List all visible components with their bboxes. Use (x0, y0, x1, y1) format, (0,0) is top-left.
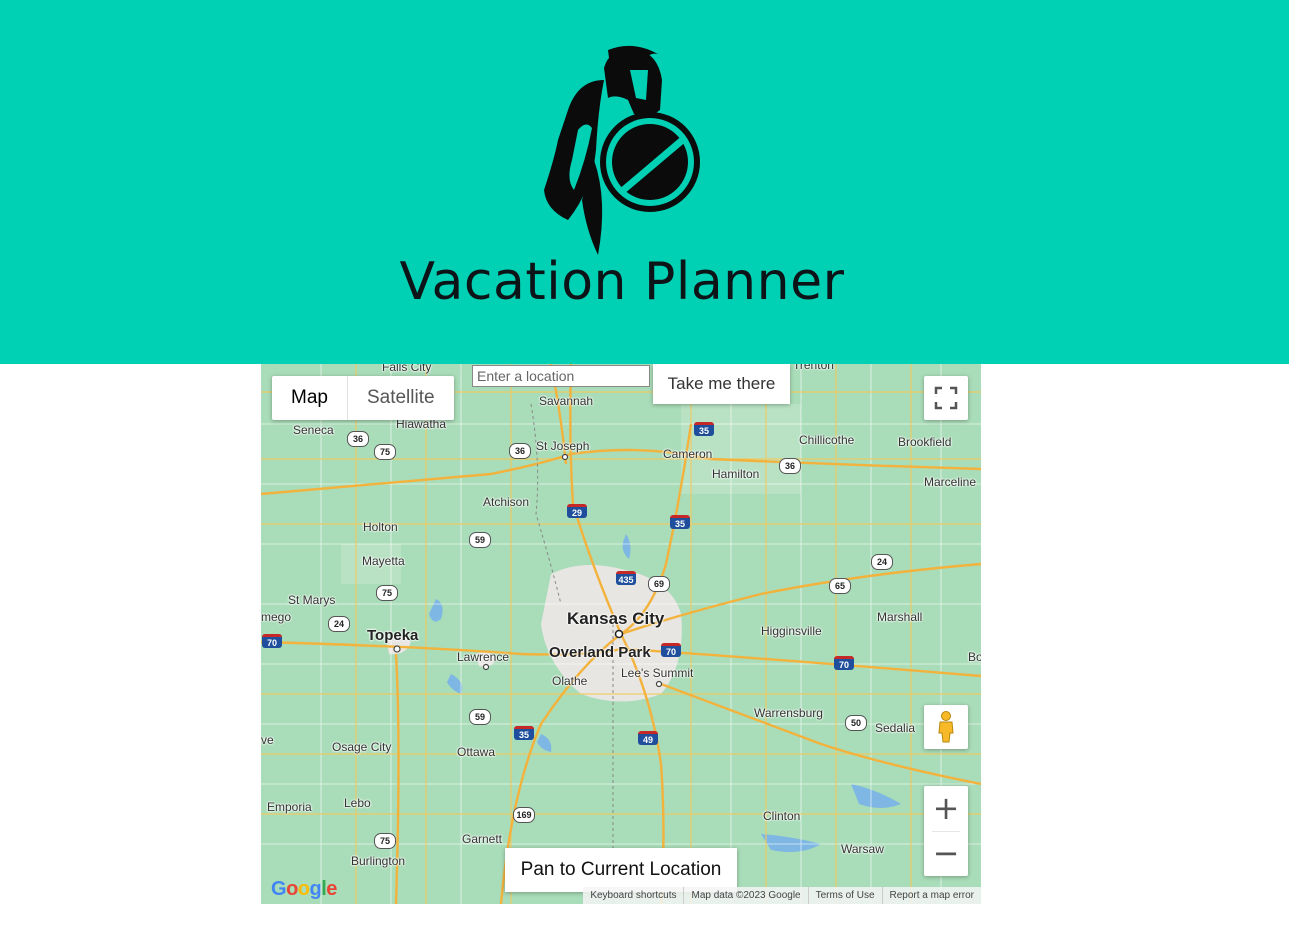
terms-of-use-link[interactable]: Terms of Use (807, 887, 882, 904)
place-label: Warrensburg (754, 706, 823, 720)
highway-shield: 59 (469, 709, 491, 725)
report-map-error-link[interactable]: Report a map error (881, 887, 981, 904)
place-label: Hamilton (712, 467, 760, 481)
fullscreen-icon (934, 386, 958, 410)
header-banner: Vacation Planner (0, 0, 1289, 364)
place-label: Clinton (763, 809, 801, 823)
map-type-control: Map Satellite (272, 376, 454, 420)
zoom-in-button[interactable]: + (924, 786, 968, 831)
google-logo: Google (271, 878, 337, 900)
place-label: Warsaw (841, 842, 884, 856)
highway-shield: 435 (616, 571, 636, 585)
take-me-there-button[interactable]: Take me there (653, 364, 790, 404)
place-label: St Joseph (536, 439, 590, 453)
place-label: Bo (968, 650, 981, 664)
highway-shield: 36 (779, 458, 801, 474)
place-label: Emporia (267, 800, 312, 814)
place-label: Lebo (344, 796, 371, 810)
place-label: Savannah (539, 394, 594, 408)
highway-shield: 70 (262, 634, 282, 648)
place-label: Seneca (293, 423, 334, 437)
highway-shield: 69 (648, 576, 670, 592)
google-map[interactable]: Falls City Savannah Trenton Seneca Hiawa… (261, 364, 981, 904)
place-label: Overland Park (549, 644, 651, 661)
fullscreen-button[interactable] (924, 376, 968, 420)
place-label: Trenton (793, 364, 834, 372)
highway-shield: 70 (661, 643, 681, 657)
map-data-credit: Map data ©2023 Google (683, 887, 807, 904)
map-type-map-button[interactable]: Map (272, 376, 348, 420)
map-attribution-bar: Keyboard shortcuts Map data ©2023 Google… (583, 887, 981, 904)
page-title: Vacation Planner (399, 252, 845, 312)
zoom-divider (932, 831, 960, 832)
map-type-satellite-button[interactable]: Satellite (348, 376, 454, 420)
highway-shield: 24 (328, 616, 350, 632)
pegman-icon (938, 711, 954, 743)
highway-shield: 50 (845, 715, 867, 731)
place-label: Falls City (382, 364, 432, 374)
highway-shield: 35 (514, 726, 534, 740)
spartan-warrior-logo (544, 45, 700, 255)
highway-shield: 24 (871, 554, 893, 570)
place-label: Marceline (924, 475, 977, 489)
place-label: Kansas City (567, 609, 665, 628)
place-label: Higginsville (761, 624, 822, 638)
highway-shield: 35 (694, 422, 714, 436)
highway-shield: 65 (829, 578, 851, 594)
place-label: Ottawa (457, 745, 496, 759)
place-label: Topeka (367, 627, 419, 644)
place-label: Mayetta (362, 554, 405, 568)
place-label: Brookfield (898, 435, 952, 449)
place-label: Olathe (552, 674, 588, 688)
highway-shield: 36 (509, 443, 531, 459)
place-label: Osage City (332, 740, 392, 754)
place-label: Cameron (663, 447, 713, 461)
highway-shield: 75 (374, 444, 396, 460)
place-label: Holton (363, 520, 398, 534)
place-label: Garnett (462, 832, 503, 846)
highway-shield: 36 (347, 431, 369, 447)
keyboard-shortcuts-link[interactable]: Keyboard shortcuts (583, 887, 683, 904)
zoom-control: + − (924, 786, 968, 876)
place-label: Burlington (351, 854, 406, 868)
place-label: Atchison (483, 495, 530, 509)
place-label: Chillicothe (799, 433, 855, 447)
highway-shield: 49 (638, 731, 658, 745)
highway-shield: 75 (376, 585, 398, 601)
street-view-pegman-button[interactable] (924, 705, 968, 749)
highway-shield: 35 (670, 515, 690, 529)
place-label: Sedalia (875, 721, 916, 735)
place-label: Lee's Summit (621, 666, 694, 680)
highway-shield: 59 (469, 532, 491, 548)
location-search-input[interactable] (472, 365, 650, 387)
zoom-out-button[interactable]: − (924, 831, 968, 876)
highway-shield: 70 (834, 656, 854, 670)
place-label: St Marys (288, 593, 336, 607)
pan-to-current-location-button[interactable]: Pan to Current Location (505, 848, 737, 892)
place-label: ve (261, 733, 274, 747)
place-label: mego (261, 610, 292, 624)
highway-shield: 29 (567, 504, 587, 518)
highway-shield: 75 (374, 833, 396, 849)
place-label: Marshall (877, 610, 923, 624)
highway-shield: 169 (513, 807, 535, 823)
place-label: Lawrence (457, 650, 510, 664)
